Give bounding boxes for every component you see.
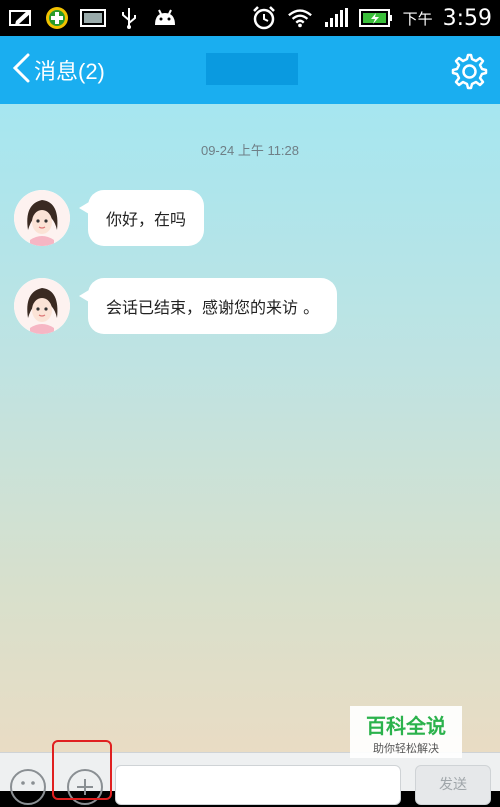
- chat-header: 消息(2): [0, 36, 500, 104]
- watermark-subtitle: 助你轻松解决: [373, 742, 439, 755]
- clock-time: 3:59: [442, 5, 492, 31]
- back-label: 消息(2): [34, 59, 105, 84]
- redacted-title: [206, 53, 298, 85]
- highlight-box: [52, 740, 112, 800]
- wifi-icon: [287, 7, 313, 29]
- edit-box-icon: [8, 7, 34, 29]
- back-button[interactable]: 消息(2): [10, 36, 105, 104]
- status-left-icons: [8, 0, 178, 36]
- status-right-icons: 下午 3:59: [251, 0, 492, 36]
- settings-button[interactable]: [448, 50, 488, 90]
- emoji-button[interactable]: [10, 769, 46, 805]
- message-input[interactable]: [115, 765, 401, 805]
- image-icon: [80, 7, 106, 29]
- signal-icon: [323, 7, 349, 29]
- avatar[interactable]: [14, 278, 70, 334]
- chat-area[interactable]: 09-24 上午 11:28 你好，在吗 会话已结束，感谢您的来访 。: [0, 104, 500, 752]
- avatar[interactable]: [14, 190, 70, 246]
- alarm-clock-icon: [251, 6, 277, 30]
- android-icon: [152, 7, 178, 29]
- chevron-left-icon: [10, 52, 32, 88]
- clock-ampm: 下午: [402, 9, 433, 28]
- status-bar: 下午 3:59: [0, 0, 500, 36]
- smiley-icon: [12, 781, 44, 807]
- gear-icon: [448, 53, 488, 94]
- message-bubble[interactable]: 会话已结束，感谢您的来访 。: [78, 278, 338, 334]
- battery-saver-app-icon: [44, 7, 70, 29]
- send-button[interactable]: 发送: [415, 765, 491, 805]
- watermark-title: 百科全说: [366, 714, 446, 738]
- charging-battery-icon: [358, 7, 393, 29]
- message-timestamp: 09-24 上午 11:28: [200, 143, 300, 158]
- message-bubble[interactable]: 你好，在吗: [78, 190, 205, 246]
- watermark: 百科全说 助你轻松解决: [350, 706, 462, 758]
- usb-icon: [116, 7, 142, 29]
